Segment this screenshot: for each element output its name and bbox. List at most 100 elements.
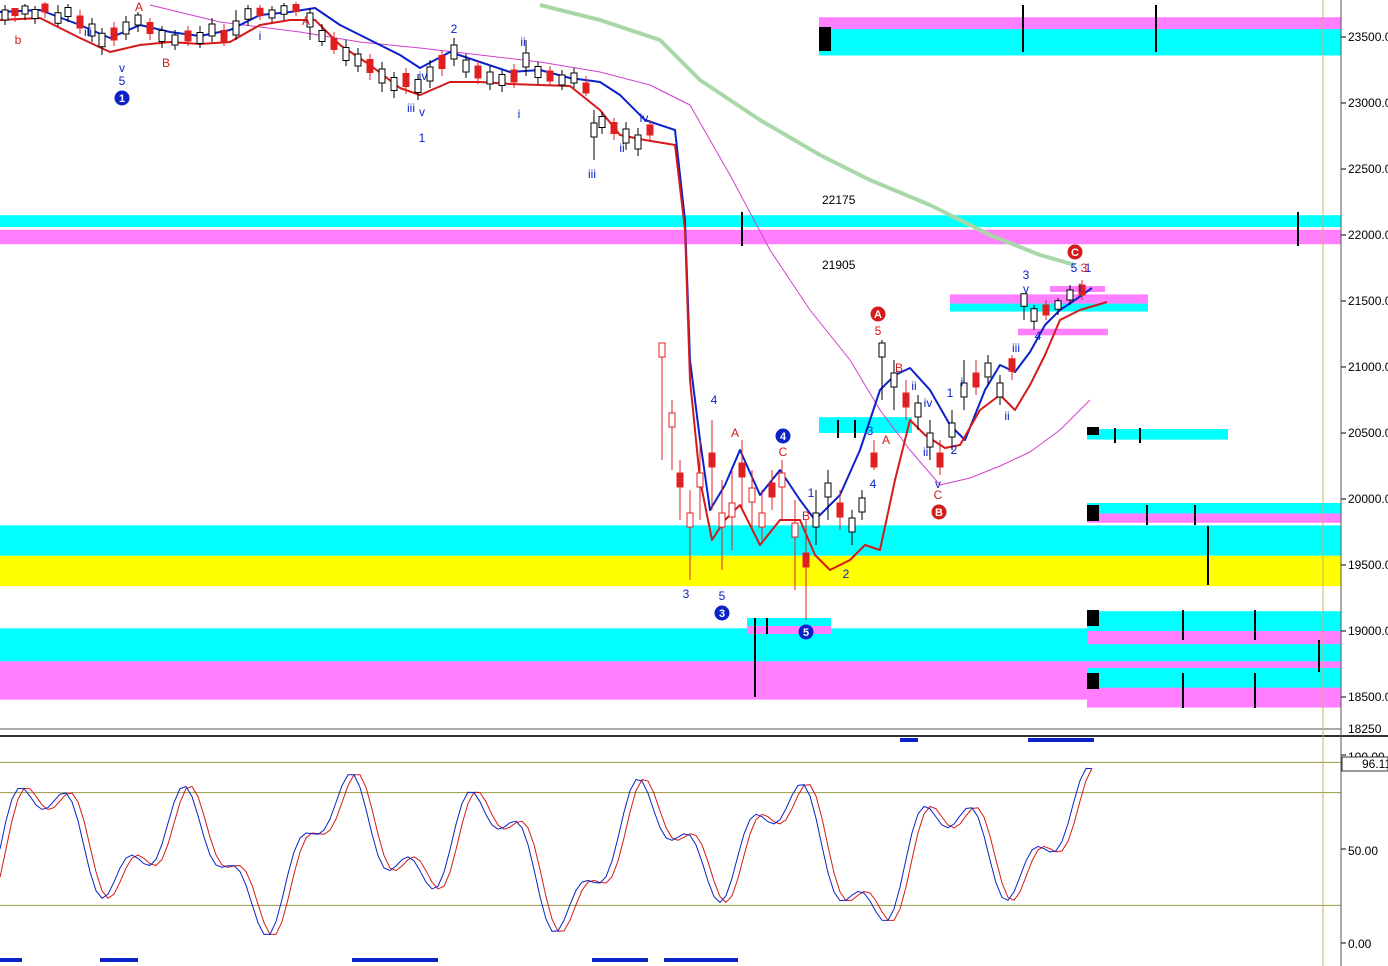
- wave-label-blue: v: [1023, 282, 1029, 296]
- candle-body: [98, 32, 106, 48]
- price-zone: [0, 229, 1341, 245]
- y-tick-21500: 21500.00: [1348, 294, 1388, 308]
- oscillator-panel[interactable]: [0, 738, 1341, 964]
- candle-body: [522, 52, 530, 68]
- price-axis: [1341, 36, 1346, 698]
- wave-label-red: A: [882, 433, 890, 447]
- candle-body: [728, 502, 736, 518]
- price-zone: [1050, 286, 1105, 292]
- price-zone: [1087, 502, 1341, 514]
- candle-body: [812, 512, 820, 528]
- candle-body: [738, 462, 746, 478]
- wave-label-blue: 4: [870, 477, 877, 491]
- zone-marker: [1087, 505, 1099, 521]
- candle-body: [646, 124, 654, 136]
- wave-label-red: A: [302, 14, 310, 28]
- candle-body: [582, 82, 590, 94]
- zone-marker: [819, 27, 831, 51]
- wave-label-blue: i: [961, 375, 964, 389]
- wave-label-blue: iv: [640, 111, 649, 125]
- wave-label-red: B: [895, 361, 903, 375]
- candle-body: [54, 12, 62, 24]
- candle-body: [134, 14, 142, 26]
- candle-body: [534, 66, 542, 78]
- wave-label-blue: i: [518, 107, 521, 121]
- candle-body: [378, 68, 386, 84]
- candle-body: [936, 452, 944, 468]
- wave-label-blue: iv: [419, 69, 428, 83]
- candle-body: [836, 502, 844, 518]
- price-zone: [0, 555, 1341, 587]
- y-tick-23000: 23000.00: [1348, 96, 1388, 110]
- price-zone: [1087, 611, 1341, 631]
- candle-body: [510, 69, 518, 83]
- candle-body: [598, 116, 606, 128]
- y-tick-23500: 23500.00: [1348, 30, 1388, 44]
- candle-body: [590, 122, 598, 138]
- zone-marker: [1087, 427, 1099, 435]
- candle-body: [748, 487, 756, 503]
- price-zone: [819, 29, 1341, 56]
- wave-label-red: b: [15, 33, 22, 47]
- candle-body: [1054, 300, 1062, 310]
- candle-body: [280, 5, 288, 15]
- candle-body: [558, 74, 566, 86]
- wave-label-blue: 2: [843, 567, 850, 581]
- wave-label-blue: 1: [947, 386, 954, 400]
- price-zone: [1087, 429, 1228, 440]
- circled-wave-blue-label: 5: [803, 627, 809, 639]
- y-tick-18500: 18500.00: [1348, 690, 1388, 704]
- candle-body: [196, 32, 204, 44]
- wave-label-red: B: [802, 509, 810, 523]
- candle-body: [610, 122, 618, 134]
- candle-body: [122, 21, 130, 35]
- candle-body: [462, 59, 470, 73]
- y-tick-21000: 21000.00: [1348, 360, 1388, 374]
- candle-body: [824, 482, 832, 498]
- zone-marker: [1087, 610, 1099, 626]
- wave-label-red: A: [731, 426, 739, 440]
- candle-body: [390, 77, 398, 91]
- candle-body: [41, 3, 49, 13]
- y-tick-20500: 20500.00: [1348, 426, 1388, 440]
- candle-body: [848, 517, 856, 533]
- candle-body: [658, 342, 666, 358]
- candle-body: [914, 402, 922, 418]
- candle-body: [778, 472, 786, 488]
- candle-body: [948, 422, 956, 438]
- candle-body: [546, 70, 554, 82]
- candle-body: [878, 342, 886, 358]
- chart-canvas[interactable]: iiiv5iii v12iiiiviiiiv43 5ii3421iiviiiiiv2…: [0, 0, 1388, 966]
- wave-label-blue: iii: [588, 167, 596, 181]
- price-zone: [1087, 513, 1341, 523]
- wave-label-blue: ii: [520, 35, 525, 49]
- candle-body: [870, 452, 878, 468]
- candle-body: [256, 7, 264, 17]
- wave-label-blue: iv: [924, 396, 933, 410]
- price-zone: [747, 626, 831, 634]
- candle-body: [402, 73, 410, 87]
- candle-body: [486, 71, 494, 85]
- wave-label-blue: 4: [1035, 329, 1042, 343]
- circled-wave-red-label: C: [1071, 247, 1079, 259]
- wave-label-blue: v: [119, 61, 125, 75]
- candle-body: [11, 8, 19, 16]
- candle-body: [330, 38, 338, 50]
- candle-body: [1042, 304, 1050, 316]
- circled-wave-blue-label: 1: [119, 93, 125, 105]
- y-tick-19500: 19500.00: [1348, 558, 1388, 572]
- wave-label-red: B: [162, 56, 170, 70]
- wave-label-blue: ii: [619, 141, 624, 155]
- price-zone: [0, 215, 1341, 228]
- price-zone: [1087, 687, 1341, 708]
- candle-body: [342, 47, 350, 61]
- candle-body: [676, 472, 684, 488]
- wave-label-blue: iii: [1012, 341, 1020, 355]
- wave-label-blue: 1: [419, 131, 426, 145]
- candle-body: [232, 20, 240, 36]
- candle-body: [718, 512, 726, 528]
- candle-body: [858, 497, 866, 513]
- wave-label-blue: 3: [683, 587, 690, 601]
- wave-label-red: 3: [1081, 261, 1088, 275]
- candle-body: [21, 5, 29, 15]
